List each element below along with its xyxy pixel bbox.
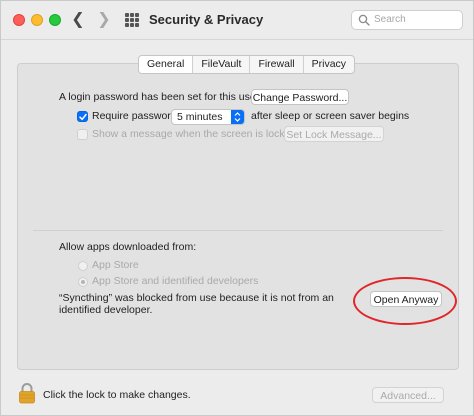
preference-tabs: General FileVault Firewall Privacy: [138, 55, 356, 74]
radio-identified-developers-label: App Store and identified developers: [92, 275, 259, 287]
blocked-message-line1: “Syncthing” was blocked from use because…: [59, 292, 334, 304]
tab-privacy[interactable]: Privacy: [304, 56, 354, 73]
section-divider: [33, 230, 443, 231]
show-message-checkbox[interactable]: [77, 129, 88, 140]
forward-chevron-icon[interactable]: ❯: [95, 10, 113, 30]
minimize-window-button[interactable]: [31, 14, 43, 26]
zoom-window-button[interactable]: [49, 14, 61, 26]
highlight-circle-annotation: [353, 277, 457, 325]
change-password-button[interactable]: Change Password...: [251, 89, 349, 105]
lock-text: Click the lock to make changes.: [43, 389, 191, 401]
require-password-checkbox[interactable]: [77, 111, 88, 122]
chevron-updown-icon: [231, 110, 244, 124]
tab-general[interactable]: General: [139, 56, 194, 73]
set-lock-message-button[interactable]: Set Lock Message...: [284, 126, 384, 142]
tab-firewall[interactable]: Firewall: [250, 56, 304, 73]
search-placeholder: Search: [374, 14, 406, 25]
blocked-message-line2: identified developer.: [59, 304, 153, 316]
lock-icon[interactable]: [18, 382, 36, 404]
window-title: Security & Privacy: [149, 12, 264, 27]
allow-apps-label: Allow apps downloaded from:: [59, 241, 197, 253]
radio-identified-developers[interactable]: [78, 277, 88, 287]
advanced-button[interactable]: Advanced...: [372, 387, 444, 403]
titlebar: ❮ ❯ Security & Privacy Search: [1, 1, 473, 40]
require-password-label: Require password: [92, 110, 177, 122]
delay-value: 5 minutes: [177, 111, 223, 123]
system-preferences-window: ❮ ❯ Security & Privacy Search General Fi…: [0, 0, 474, 416]
radio-app-store-label: App Store: [92, 259, 139, 271]
show-message-label: Show a message when the screen is locked: [92, 128, 297, 140]
search-icon: [358, 14, 370, 26]
checkmark-icon: [79, 113, 87, 121]
search-field[interactable]: Search: [351, 10, 463, 30]
back-chevron-icon[interactable]: ❮: [69, 10, 87, 30]
close-window-button[interactable]: [13, 14, 25, 26]
show-all-grid-icon[interactable]: [125, 13, 139, 27]
require-password-delay-select[interactable]: 5 minutes: [171, 109, 245, 125]
after-sleep-text: after sleep or screen saver begins: [251, 110, 410, 122]
tab-filevault[interactable]: FileVault: [193, 56, 251, 73]
radio-app-store[interactable]: [78, 261, 88, 271]
login-password-text: A login password has been set for this u…: [59, 91, 260, 103]
